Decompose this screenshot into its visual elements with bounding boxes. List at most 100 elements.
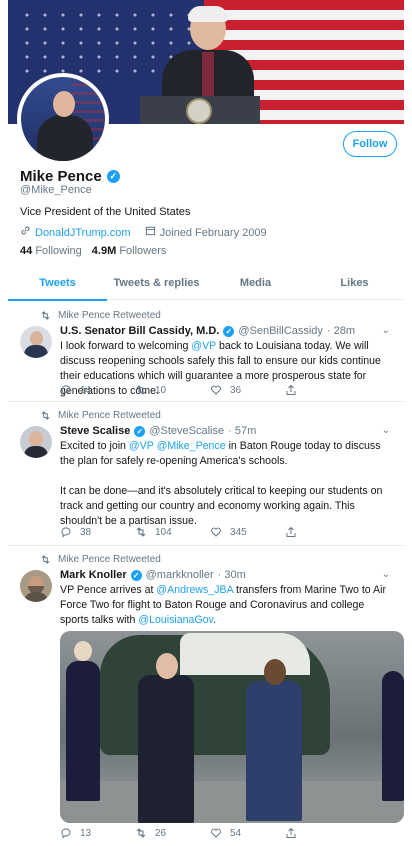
retweet-icon <box>136 385 146 395</box>
following-stat[interactable]: 44 Following <box>20 245 82 257</box>
retweet-indicator: Mike Pence Retweeted <box>41 554 161 565</box>
tweet[interactable]: Mike Pence Retweeted U.S. Senator Bill C… <box>8 302 404 402</box>
tweet-actions: 38 104 345 <box>60 526 360 538</box>
following-count: 44 <box>20 245 33 257</box>
reply-button[interactable]: 13 <box>60 827 135 839</box>
tweet-time[interactable]: · 57m <box>228 425 256 437</box>
tweet-author[interactable]: Mark Knoller <box>60 569 127 581</box>
person-airforce <box>246 681 302 821</box>
mention-link[interactable]: @VP <box>129 440 154 452</box>
profile-tabs: Tweets Tweets & replies Media Likes <box>8 271 404 301</box>
like-button[interactable]: 54 <box>210 827 285 839</box>
share-button[interactable] <box>285 384 360 396</box>
retweet-icon <box>136 828 146 838</box>
tab-likes[interactable]: Likes <box>305 271 404 299</box>
retweet-label: Mike Pence Retweeted <box>58 410 161 421</box>
like-count: 54 <box>230 827 242 839</box>
tweet-body: Mark Knoller ✓ @markknoller · 30m ⌄ VP P… <box>60 569 394 628</box>
reply-count: 14 <box>80 384 92 396</box>
marine-guard <box>66 661 100 801</box>
joined-date: Joined February 2009 <box>159 227 267 239</box>
like-button[interactable]: 36 <box>210 384 285 396</box>
mention-link[interactable]: @Andrews_JBA <box>156 584 233 596</box>
retweet-button[interactable]: 104 <box>135 526 210 538</box>
follow-button[interactable]: Follow <box>343 131 397 157</box>
profile-avatar[interactable] <box>21 77 105 161</box>
share-icon <box>286 827 296 838</box>
reply-icon <box>61 828 71 839</box>
retweet-indicator: Mike Pence Retweeted <box>41 410 161 421</box>
tweet-actions: 14 10 36 <box>60 384 360 396</box>
mention-link[interactable]: @VP <box>191 340 216 352</box>
avatar[interactable] <box>20 326 52 358</box>
like-count: 36 <box>230 384 242 396</box>
website-item: DonaldJTrump.com <box>20 225 131 239</box>
tab-tweets-replies[interactable]: Tweets & replies <box>107 271 206 299</box>
tab-tweets[interactable]: Tweets <box>8 271 107 301</box>
link-icon <box>21 226 30 235</box>
retweet-button[interactable]: 26 <box>135 827 210 839</box>
verified-icon: ✓ <box>130 569 142 581</box>
reply-button[interactable]: 38 <box>60 526 135 538</box>
tweet-media-image[interactable] <box>60 631 404 823</box>
tweet-handle[interactable]: @SteveScalise <box>149 425 224 437</box>
reply-icon <box>61 527 71 538</box>
tweet-time[interactable]: · 30m <box>218 569 246 581</box>
retweet-icon <box>41 311 50 320</box>
profile-handle: @Mike_Pence <box>20 184 92 196</box>
following-label: Following <box>35 245 82 257</box>
heart-icon <box>211 828 221 838</box>
tweet-text: Excited to join @VP @Mike_Pence in Baton… <box>60 440 381 467</box>
reply-icon <box>61 385 71 396</box>
mention-link[interactable]: @Mike_Pence <box>157 440 226 452</box>
heart-icon <box>211 385 221 395</box>
profile-bio: Vice President of the United States <box>20 206 191 218</box>
retweet-count: 10 <box>155 384 167 396</box>
tweet-time[interactable]: · 28m <box>327 325 355 337</box>
follow-stats: 44 Following 4.9M Followers <box>20 245 166 257</box>
calendar-icon <box>145 226 155 236</box>
chevron-down-icon[interactable]: ⌄ <box>382 325 390 336</box>
verified-icon: ✓ <box>223 325 235 337</box>
retweet-count: 104 <box>155 526 172 538</box>
chevron-down-icon[interactable]: ⌄ <box>382 425 390 436</box>
reply-button[interactable]: 14 <box>60 384 135 396</box>
tweet-handle[interactable]: @markknoller <box>146 569 214 581</box>
retweet-button[interactable]: 10 <box>135 384 210 396</box>
mention-link[interactable]: @LouisianaGov <box>138 614 213 626</box>
website-link[interactable]: DonaldJTrump.com <box>35 227 131 239</box>
tweet-author[interactable]: U.S. Senator Bill Cassidy, M.D. <box>60 325 219 337</box>
like-count: 345 <box>230 526 247 538</box>
heart-icon <box>211 527 221 537</box>
tarmac <box>60 781 404 823</box>
tweet[interactable]: Mike Pence Retweeted Mark Knoller ✓ @mar… <box>8 546 404 846</box>
tweet-text: VP Pence arrives at @Andrews_JBA transfe… <box>60 584 386 626</box>
reply-count: 38 <box>80 526 92 538</box>
person-suit <box>138 675 194 823</box>
retweet-icon <box>41 555 50 564</box>
retweet-label: Mike Pence Retweeted <box>58 554 161 565</box>
verified-icon: ✓ <box>106 170 120 183</box>
chevron-down-icon[interactable]: ⌄ <box>382 569 390 580</box>
avatar[interactable] <box>20 426 52 458</box>
tweet-actions: 13 26 54 <box>60 827 360 839</box>
tweet-handle[interactable]: @SenBillCassidy <box>238 325 323 337</box>
share-button[interactable] <box>285 526 360 538</box>
followers-count: 4.9M <box>91 245 117 257</box>
profile-name-row: Mike Pence ✓ <box>20 168 120 185</box>
joined-item: Joined February 2009 <box>145 225 267 239</box>
marine-guard-right <box>382 671 404 801</box>
avatar[interactable] <box>20 570 52 602</box>
followers-stat[interactable]: 4.9M Followers <box>92 245 167 257</box>
followers-label: Followers <box>119 245 167 257</box>
profile-name: Mike Pence <box>20 168 102 185</box>
tweet-author[interactable]: Steve Scalise <box>60 425 130 437</box>
like-button[interactable]: 345 <box>210 526 285 538</box>
profile-page: Follow Mike Pence ✓ @Mike_Pence Vice Pre… <box>0 0 412 846</box>
tab-media[interactable]: Media <box>206 271 305 299</box>
tweet[interactable]: Mike Pence Retweeted Steve Scalise ✓ @St… <box>8 402 404 546</box>
retweet-icon <box>41 411 50 420</box>
share-button[interactable] <box>285 827 360 839</box>
share-icon <box>286 384 296 395</box>
verified-icon: ✓ <box>134 425 146 437</box>
